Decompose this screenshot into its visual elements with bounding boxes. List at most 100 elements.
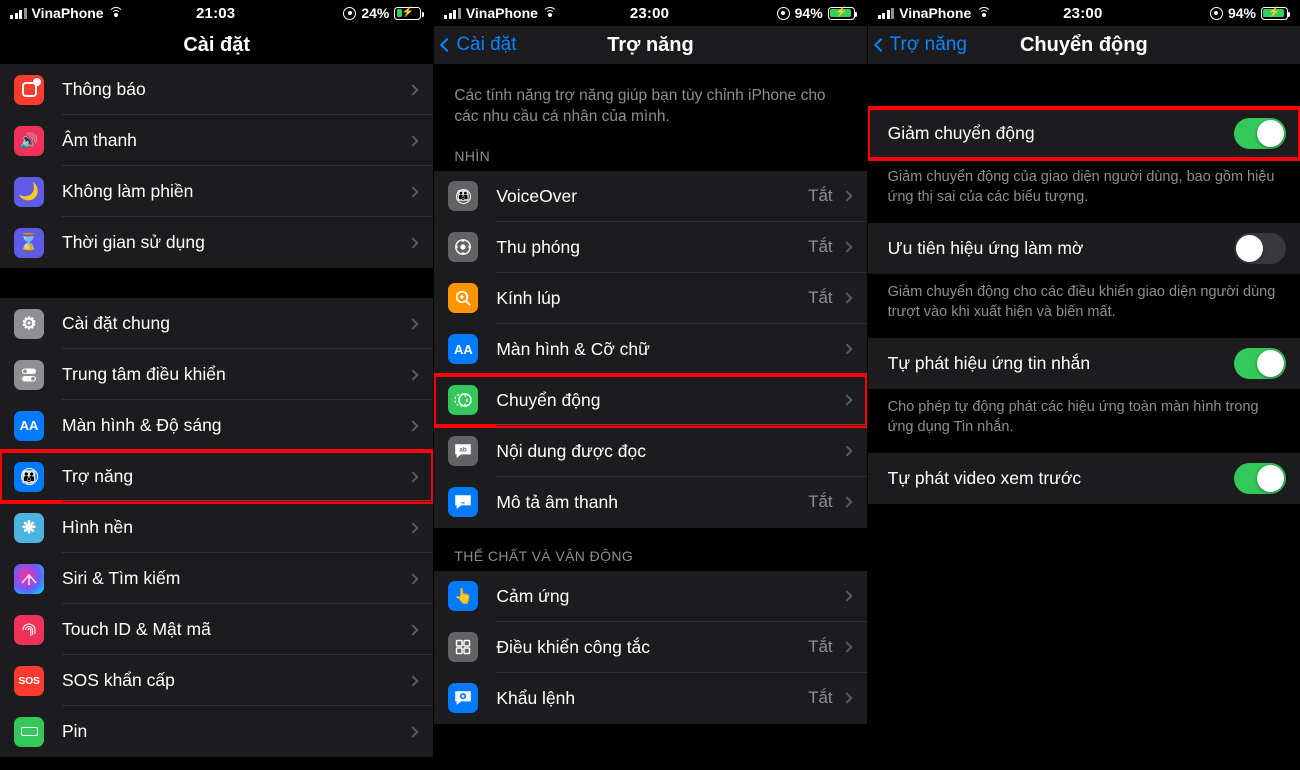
row-label: Thông báo <box>62 79 146 99</box>
auto-play-video-previews-toggle[interactable] <box>1233 463 1286 495</box>
toggle-row-prefer-cross-fade[interactable]: Ưu tiên hiệu ứng làm mờ <box>867 223 1300 275</box>
carrier-label: VinaPhone <box>31 5 104 21</box>
toggle-row-auto-play-video-previews[interactable]: Tự phát video xem trước <box>867 453 1300 505</box>
row-value: Tắt <box>808 637 833 657</box>
row-label: VoiceOver <box>496 185 578 206</box>
auto-play-message-effects-toggle[interactable] <box>1233 348 1286 380</box>
spoken-content-icon: ab <box>448 436 479 467</box>
wallpaper-icon: ❋ <box>14 512 44 543</box>
carrier-label: VinaPhone <box>465 5 538 21</box>
settings-group-2: ⚙ Cài đặt chung Trung tâm điều khiển AA … <box>0 298 434 757</box>
physical-motor-group: 👆 Cảm ứng Điều khiển công tắc Tắt Khẩu l… <box>434 570 867 724</box>
battery-charging-icon: ⚡ <box>394 6 424 20</box>
back-label: Cài đặt <box>456 34 517 55</box>
battery-percent: 94% <box>1227 5 1256 21</box>
battery-percent: 94% <box>794 5 823 21</box>
nav-bar: Cài đặt <box>0 26 434 64</box>
reduce-motion-group: Giảm chuyển động <box>867 106 1300 161</box>
prefer-cross-fade-group: Ưu tiên hiệu ứng làm mờ <box>867 223 1300 275</box>
chevron-right-icon <box>407 725 419 738</box>
settings-row-accessibility[interactable]: 👪 Trợ năng <box>0 449 434 504</box>
row-label: Điều khiển công tắc <box>496 636 651 657</box>
reduce-motion-toggle[interactable] <box>1233 118 1286 149</box>
chevron-right-icon <box>840 496 853 509</box>
battery-charging-icon: ⚡ <box>1261 6 1291 20</box>
settings-row-wallpaper[interactable]: ❋ Hình nền <box>0 502 434 553</box>
prefer-cross-fade-footnote: Giảm chuyển động cho các điều khiển giao… <box>867 274 1300 339</box>
panel-settings: VinaPhone 21:03 24% ⚡ Cài đặt Thông báo … <box>0 0 434 770</box>
chevron-right-icon <box>407 419 419 432</box>
row-label: Pin <box>62 721 88 741</box>
touch-id-icon <box>14 614 44 645</box>
nav-bar: Trợ năng Chuyển động <box>867 26 1300 64</box>
settings-row-display-brightness[interactable]: AA Màn hình & Độ sáng <box>0 400 434 451</box>
screenshot-root: VinaPhone 21:03 24% ⚡ Cài đặt Thông báo … <box>0 0 1300 770</box>
chevron-right-icon <box>407 185 419 198</box>
settings-row-sounds[interactable]: 🔊 Âm thanh <box>0 115 434 166</box>
accessibility-row-switch-control[interactable]: Điều khiển công tắc Tắt <box>434 621 867 673</box>
chevron-right-icon <box>407 236 419 249</box>
row-value: Tắt <box>808 492 833 512</box>
settings-row-general[interactable]: ⚙ Cài đặt chung <box>0 298 434 349</box>
battery-icon <box>14 716 44 747</box>
back-button[interactable]: Trợ năng <box>873 34 967 56</box>
row-label: Trung tâm điều khiển <box>62 364 226 384</box>
back-button[interactable]: Cài đặt <box>440 34 517 56</box>
settings-row-battery[interactable]: Pin <box>0 706 434 757</box>
accessibility-row-touch[interactable]: 👆 Cảm ứng <box>434 570 867 622</box>
row-label: Màn hình & Cỡ chữ <box>496 338 650 359</box>
group-divider <box>0 268 434 298</box>
prefer-cross-fade-toggle[interactable] <box>1233 233 1286 265</box>
accessibility-row-audio-descriptions[interactable]: „ Mô tả âm thanh Tắt <box>434 476 867 528</box>
battery-charging-icon: ⚡ <box>827 6 858 20</box>
status-bar: VinaPhone 23:00 94% ⚡ <box>434 0 867 26</box>
signal-bars-icon <box>444 7 461 19</box>
toggle-row-reduce-motion[interactable]: Giảm chuyển động <box>867 106 1300 161</box>
row-label: Hình nền <box>62 517 134 537</box>
accessibility-row-display-text-size[interactable]: AA Màn hình & Cỡ chữ <box>434 323 867 375</box>
settings-row-do-not-disturb[interactable]: 🌙 Không làm phiền <box>0 166 434 217</box>
svg-text:ab: ab <box>460 447 467 454</box>
accessibility-list[interactable]: Các tính năng trợ năng giúp bạn tùy chỉn… <box>434 64 867 770</box>
auto-play-message-effects-footnote: Cho phép tự động phát các hiệu ứng toàn … <box>867 389 1300 454</box>
chevron-right-icon <box>407 572 419 585</box>
chevron-right-icon <box>840 590 853 603</box>
settings-row-siri-search[interactable]: Siri & Tìm kiếm <box>0 553 434 604</box>
accessibility-row-spoken-content[interactable]: ab Nội dung được đọc <box>434 425 867 477</box>
back-label: Trợ năng <box>889 34 967 55</box>
status-bar: VinaPhone 21:03 24% ⚡ <box>0 0 434 26</box>
settings-row-touch-id[interactable]: Touch ID & Mật mã <box>0 604 434 655</box>
row-label: SOS khẩn cấp <box>62 670 175 690</box>
chevron-right-icon <box>840 292 853 305</box>
row-label: Chuyển động <box>496 389 601 410</box>
toggle-row-auto-play-message-effects[interactable]: Tự phát hiệu ứng tin nhắn <box>867 338 1300 390</box>
auto-play-video-previews-group: Tự phát video xem trước <box>867 453 1300 505</box>
chevron-right-icon <box>407 134 419 147</box>
settings-row-notifications[interactable]: Thông báo <box>0 64 434 115</box>
sos-icon: SOS <box>14 665 44 696</box>
accessibility-row-voice-control[interactable]: Khẩu lệnh Tắt <box>434 672 867 724</box>
row-value: Tắt <box>808 288 833 308</box>
toggle-label: Ưu tiên hiệu ứng làm mờ <box>887 238 1084 259</box>
accessibility-row-voiceover[interactable]: 👪 VoiceOver Tắt <box>434 170 867 222</box>
wifi-icon <box>108 7 124 19</box>
sounds-icon: 🔊 <box>14 125 44 156</box>
accessibility-row-zoom[interactable]: Thu phóng Tắt <box>434 221 867 273</box>
chevron-right-icon <box>840 343 853 356</box>
siri-icon <box>14 563 44 594</box>
motion-settings-list[interactable]: Giảm chuyển động Giảm chuyển động của gi… <box>867 64 1300 770</box>
row-label: Âm thanh <box>62 130 137 150</box>
settings-row-control-center[interactable]: Trung tâm điều khiển <box>0 349 434 400</box>
row-label: Kính lúp <box>496 287 561 308</box>
svg-text:„: „ <box>461 496 465 505</box>
accessibility-row-motion[interactable]: Chuyển động <box>434 372 867 428</box>
intro-text: Các tính năng trợ năng giúp bạn tùy chỉn… <box>434 64 867 128</box>
clock: 23:00 <box>629 4 670 22</box>
settings-list[interactable]: Thông báo 🔊 Âm thanh 🌙 Không làm phiền ⌛… <box>0 64 434 770</box>
row-label: Nội dung được đọc <box>496 440 646 461</box>
settings-row-sos[interactable]: SOS SOS khẩn cấp <box>0 655 434 706</box>
screen-time-icon: ⌛ <box>14 227 44 258</box>
settings-row-screen-time[interactable]: ⌛ Thời gian sử dụng <box>0 217 434 268</box>
panel-motion: VinaPhone 23:00 94% ⚡ Trợ năng Chuyển độ… <box>866 0 1300 770</box>
accessibility-row-magnifier[interactable]: Kính lúp Tắt <box>434 272 867 324</box>
